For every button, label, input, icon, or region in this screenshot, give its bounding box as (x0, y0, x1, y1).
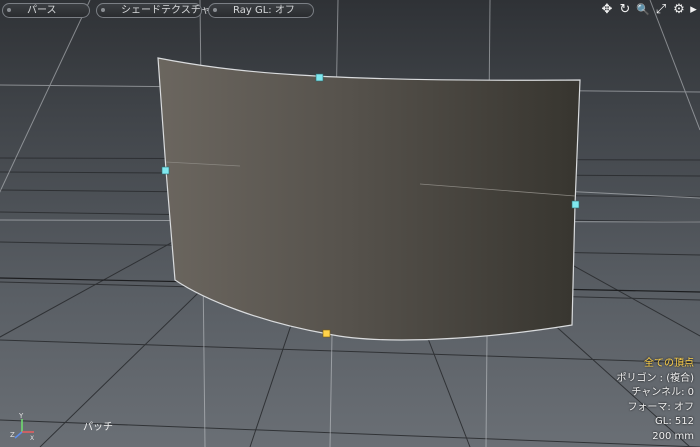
former-info: フォーマ: オフ (627, 401, 694, 413)
settings-icon[interactable]: ⚙ (671, 2, 687, 18)
viewport-toolbar: パース シェードテクスチャ Ray GL: オフ (2, 2, 314, 18)
axis-x-label: X (30, 435, 34, 440)
vertex-top (315, 73, 324, 82)
ray-gl-label: Ray GL: オフ (233, 4, 295, 16)
view-mode-label: パース (27, 4, 57, 16)
selection-info: 全ての頂点 (644, 358, 694, 369)
maximize-view-icon[interactable]: ⤢ (653, 2, 669, 18)
mode-label: パッチ (83, 422, 113, 433)
ray-gl-button[interactable]: Ray GL: オフ (208, 2, 314, 18)
patch-surface (157, 57, 581, 341)
scene-canvas[interactable] (0, 0, 700, 447)
scale-info: 200 mm (652, 430, 694, 442)
info-overlay: 全ての頂点 ポリゴン : (複合) チャンネル: 0 フォーマ: オフ GL: … (616, 357, 694, 444)
polygon-info: ポリゴン : (複合) (616, 372, 694, 384)
3d-viewport[interactable]: パース シェードテクスチャ Ray GL: オフ ✥ ↻ 🔍 ⤢ ⚙ ▸ 全ての… (0, 0, 700, 447)
rotate-view-icon[interactable]: ↻ (617, 2, 633, 18)
view-mode-button[interactable]: パース (2, 2, 90, 18)
axis-z-label: Z (10, 431, 15, 439)
vertex-left (161, 166, 170, 175)
menu-arrow-icon[interactable]: ▸ (689, 2, 698, 18)
vertex-right (571, 200, 580, 209)
move-view-icon[interactable]: ✥ (599, 2, 615, 18)
gl-info: GL: 512 (655, 416, 694, 427)
shading-mode-button[interactable]: シェードテクスチャ (96, 2, 211, 18)
vertex-bottom-selected (322, 329, 331, 338)
zoom-view-icon[interactable]: 🔍 (635, 2, 651, 18)
shading-mode-label: シェードテクスチャ (121, 4, 211, 16)
axis-y-label: Y (18, 412, 24, 420)
channel-info: チャンネル: 0 (631, 387, 694, 398)
view-controls: ✥ ↻ 🔍 ⤢ ⚙ ▸ (599, 1, 698, 18)
axis-gizmo-icon: Y Z X (10, 412, 34, 440)
